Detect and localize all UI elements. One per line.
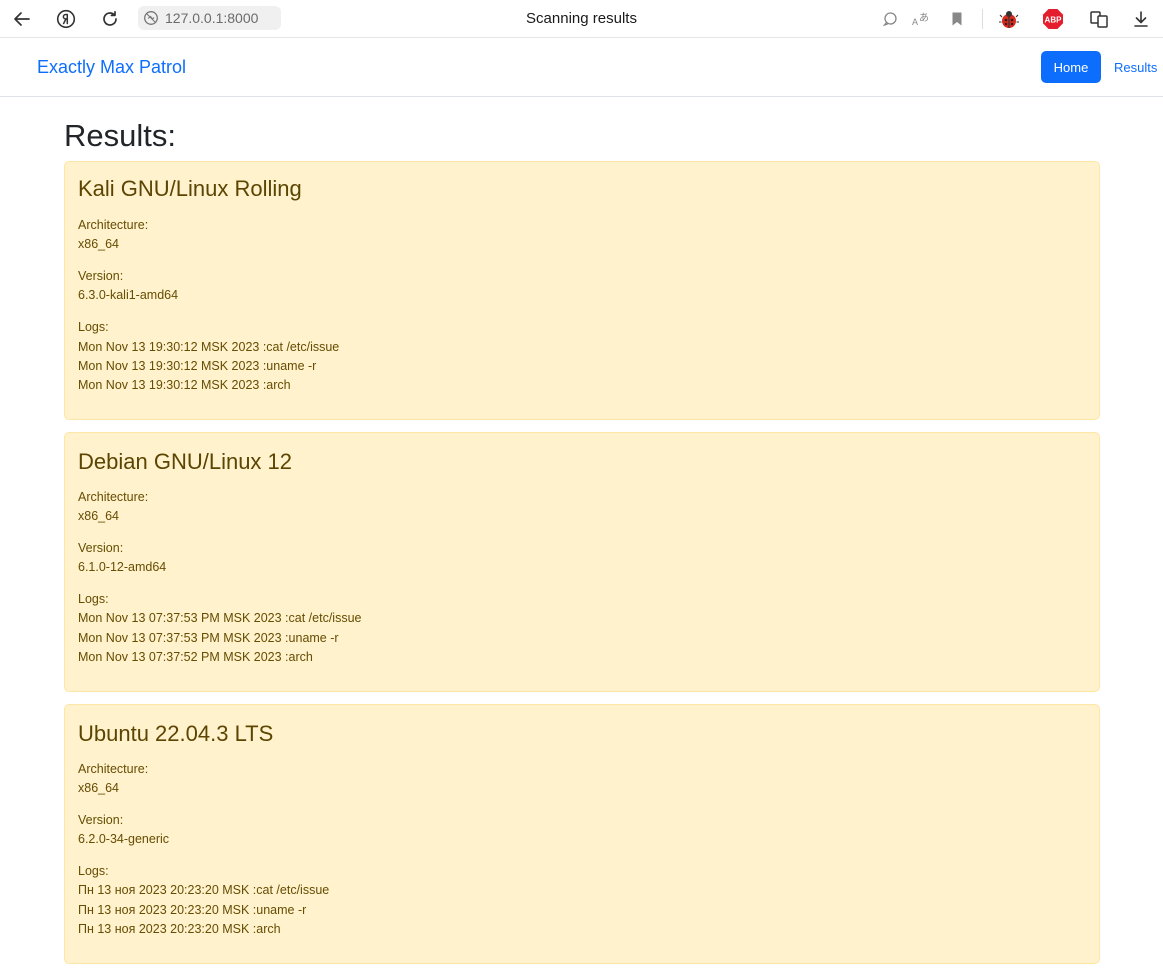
tab-title: Scanning results — [526, 10, 637, 27]
back-icon[interactable] — [11, 8, 33, 30]
chat-icon[interactable] — [879, 8, 901, 30]
version-label: Version: — [78, 269, 124, 283]
logs-label: Logs: — [78, 592, 109, 606]
version-label: Version: — [78, 813, 124, 827]
site-navbar: Exactly Max Patrol Home Results — [0, 39, 1163, 97]
log-line: Пн 13 ноя 2023 20:23:20 MSK :uname -r — [78, 903, 307, 917]
extensions-icon[interactable] — [1088, 8, 1110, 30]
version-value: 6.3.0-kali1-amd64 — [78, 288, 179, 302]
adblock-plus-icon[interactable]: ABP — [1042, 8, 1064, 30]
log-line: Mon Nov 13 19:30:12 MSK 2023 :arch — [78, 378, 291, 392]
log-line: Пн 13 ноя 2023 20:23:20 MSK :cat /etc/is… — [78, 883, 330, 897]
result-card: Kali GNU/Linux Rolling Architecture: x86… — [64, 161, 1100, 420]
abp-label: ABP — [1045, 16, 1063, 25]
version-value: 6.1.0-12-amd64 — [78, 560, 167, 574]
logs-label: Logs: — [78, 864, 109, 878]
page-title: Results: — [64, 118, 176, 153]
svg-text:A: A — [912, 17, 918, 27]
bookmark-icon[interactable] — [946, 8, 968, 30]
address-bar[interactable]: 127.0.0.1:8000 — [138, 6, 281, 30]
yandex-icon[interactable] — [55, 8, 77, 30]
translate-icon[interactable]: Aあ — [910, 8, 932, 30]
svg-text:あ: あ — [919, 12, 929, 24]
download-icon[interactable] — [1130, 8, 1152, 30]
brand-link[interactable]: Exactly Max Patrol — [37, 57, 186, 78]
ladybug-extension-icon[interactable] — [998, 8, 1020, 30]
result-card: Ubuntu 22.04.3 LTS Architecture: x86_64 … — [64, 704, 1100, 964]
url-text[interactable]: 127.0.0.1:8000 — [165, 10, 258, 26]
architecture-value: x86_64 — [78, 781, 120, 795]
log-line: Mon Nov 13 19:30:12 MSK 2023 :uname -r — [78, 359, 317, 373]
os-name: Ubuntu 22.04.3 LTS — [78, 721, 274, 746]
toolbar-divider — [982, 9, 983, 29]
result-card: Debian GNU/Linux 12 Architecture: x86_64… — [64, 432, 1100, 692]
results-link[interactable]: Results — [1114, 60, 1157, 75]
log-line: Mon Nov 13 07:37:53 PM MSK 2023 :cat /et… — [78, 611, 362, 625]
architecture-label: Architecture: — [78, 762, 149, 776]
architecture-value: x86_64 — [78, 509, 120, 523]
architecture-label: Architecture: — [78, 490, 149, 504]
log-line: Mon Nov 13 19:30:12 MSK 2023 :cat /etc/i… — [78, 340, 340, 354]
logs-label: Logs: — [78, 320, 109, 334]
os-name: Kali GNU/Linux Rolling — [78, 176, 302, 201]
version-label: Version: — [78, 541, 124, 555]
log-line: Пн 13 ноя 2023 20:23:20 MSK :arch — [78, 922, 281, 936]
home-button[interactable]: Home — [1041, 51, 1101, 83]
os-name: Debian GNU/Linux 12 — [78, 449, 293, 474]
architecture-label: Architecture: — [78, 218, 149, 232]
architecture-value: x86_64 — [78, 237, 120, 251]
reload-icon[interactable] — [99, 8, 121, 30]
browser-toolbar: 127.0.0.1:8000 Scanning results Aあ ABP — [0, 0, 1163, 38]
log-line: Mon Nov 13 07:37:52 PM MSK 2023 :arch — [78, 650, 313, 664]
site-info-icon[interactable] — [143, 10, 159, 26]
version-value: 6.2.0-34-generic — [78, 832, 170, 846]
log-line: Mon Nov 13 07:37:53 PM MSK 2023 :uname -… — [78, 631, 339, 645]
